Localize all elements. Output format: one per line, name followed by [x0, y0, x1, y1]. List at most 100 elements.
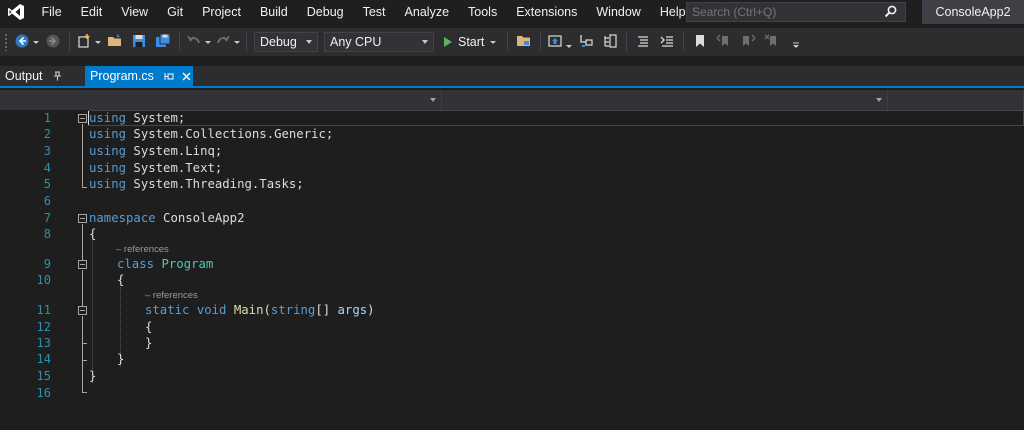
- menu-test[interactable]: Test: [353, 0, 395, 24]
- menu-extensions[interactable]: Extensions: [507, 0, 587, 24]
- line-number: 12: [36, 320, 51, 334]
- menu-edit[interactable]: Edit: [71, 0, 112, 24]
- solution-platform-select[interactable]: Any CPU: [324, 32, 434, 52]
- clear-bookmarks-button[interactable]: [762, 31, 782, 53]
- keyword: static: [145, 303, 190, 317]
- menu-analyze[interactable]: Analyze: [395, 0, 458, 24]
- new-project-button[interactable]: [76, 31, 101, 53]
- outline-end: [82, 360, 87, 361]
- search-box[interactable]: [686, 2, 906, 22]
- search-icon[interactable]: [884, 5, 897, 21]
- chevron-down-icon: [876, 98, 882, 102]
- code-line-8: {: [89, 226, 96, 242]
- line-number: 10: [36, 273, 51, 287]
- solution-explorer-button[interactable]: [600, 31, 620, 53]
- code-text: }: [89, 369, 97, 383]
- solution-name[interactable]: ConsoleApp2: [922, 0, 1024, 24]
- outline-line: [82, 124, 83, 188]
- step-into-button[interactable]: [576, 31, 596, 53]
- close-icon[interactable]: [182, 72, 191, 81]
- save-button[interactable]: [129, 31, 149, 53]
- open-file-button[interactable]: [105, 31, 125, 53]
- line-number: 9: [43, 257, 51, 271]
- codelens-references[interactable]: – references: [145, 290, 198, 301]
- redo-button[interactable]: [215, 31, 240, 53]
- keyword: namespace: [89, 211, 156, 225]
- start-label: Start: [458, 35, 485, 49]
- document-tab-strip: Output Program.cs: [0, 66, 1024, 88]
- chevron-down-icon[interactable]: [566, 44, 573, 48]
- menu-debug[interactable]: Debug: [297, 0, 353, 24]
- keyword: using: [89, 127, 127, 141]
- parameter-name: args: [337, 303, 368, 317]
- outline-line: [82, 316, 83, 393]
- menu-project[interactable]: Project: [193, 0, 251, 24]
- code-text: }: [117, 352, 125, 366]
- code-text: {: [145, 320, 153, 334]
- collapse-method-toggle[interactable]: [78, 306, 87, 315]
- keyword: void: [196, 303, 227, 317]
- pin-icon[interactable]: [53, 71, 62, 81]
- keyword: class: [117, 257, 155, 271]
- comment-icon: [635, 33, 651, 52]
- menu-file[interactable]: File: [32, 0, 71, 24]
- chevron-down-icon[interactable]: [205, 40, 211, 44]
- code-line-5: using System.Threading.Tasks;: [89, 176, 304, 192]
- new-project-icon: [76, 33, 92, 52]
- chevron-down-icon[interactable]: [234, 40, 240, 44]
- undo-button[interactable]: [186, 31, 211, 53]
- start-debugging-button[interactable]: Start: [440, 31, 500, 53]
- menu-tools[interactable]: Tools: [459, 0, 507, 24]
- line-number: 13: [36, 336, 51, 350]
- toolbar-overflow-icon: [792, 33, 800, 52]
- chevron-down-icon[interactable]: [95, 40, 101, 44]
- code-text-area[interactable]: using System; using System.Collections.G…: [76, 110, 1024, 430]
- tab-program-label: Program.cs: [90, 69, 154, 83]
- menu-build[interactable]: Build: [250, 0, 297, 24]
- code-line-3: using System.Linq;: [89, 143, 222, 159]
- menu-git[interactable]: Git: [158, 0, 193, 24]
- comment-out-button[interactable]: [633, 31, 653, 53]
- chevron-down-icon[interactable]: [490, 40, 497, 44]
- previous-bookmark-button[interactable]: [714, 31, 734, 53]
- browser-link-button[interactable]: [547, 31, 573, 53]
- configuration-value: Debug: [260, 35, 297, 49]
- chevron-down-icon[interactable]: [33, 40, 39, 44]
- code-text: System.Threading.Tasks;: [126, 177, 304, 191]
- navigate-back-button[interactable]: [14, 31, 39, 53]
- type-dropdown[interactable]: [442, 90, 888, 110]
- collapse-class-toggle[interactable]: [78, 260, 87, 269]
- project-dropdown[interactable]: [0, 90, 442, 110]
- code-editor[interactable]: 1 2 3 4 5 6 7 8 9 10 11 12 13 14 15 16 u…: [0, 110, 1024, 430]
- solution-explorer-icon: [602, 33, 618, 52]
- menu-view[interactable]: View: [112, 0, 158, 24]
- toolbar-grip[interactable]: [4, 33, 8, 51]
- code-line-10: {: [117, 272, 124, 288]
- search-input[interactable]: [692, 5, 872, 19]
- keyword: using: [89, 161, 127, 175]
- open-folder-button[interactable]: [514, 31, 534, 53]
- line-number: 8: [43, 227, 51, 241]
- tab-program-cs[interactable]: Program.cs: [85, 66, 193, 86]
- codelens-references[interactable]: – references: [116, 244, 169, 255]
- tab-output[interactable]: Output: [0, 66, 84, 86]
- line-number: 3: [43, 144, 51, 158]
- code-line-2: using System.Collections.Generic;: [89, 126, 333, 142]
- member-dropdown[interactable]: [888, 90, 1024, 110]
- toggle-bookmark-button[interactable]: [690, 31, 710, 53]
- save-all-button[interactable]: [153, 31, 173, 53]
- toolbar-overflow-button[interactable]: [786, 31, 806, 53]
- next-bookmark-button[interactable]: [738, 31, 758, 53]
- solution-configuration-select[interactable]: Debug: [254, 32, 318, 52]
- navigate-forward-button[interactable]: [43, 31, 63, 53]
- outline-end: [82, 187, 87, 188]
- code-text: ConsoleApp2: [155, 211, 245, 225]
- code-text: []: [315, 303, 338, 317]
- menu-window[interactable]: Window: [587, 0, 650, 24]
- visual-studio-logo-icon[interactable]: [0, 0, 32, 24]
- pin-icon[interactable]: [164, 72, 174, 81]
- collapse-namespace-toggle[interactable]: [78, 214, 87, 223]
- line-number: 1: [43, 111, 51, 125]
- uncomment-button[interactable]: [657, 31, 677, 53]
- collapse-usings-toggle[interactable]: [78, 114, 87, 123]
